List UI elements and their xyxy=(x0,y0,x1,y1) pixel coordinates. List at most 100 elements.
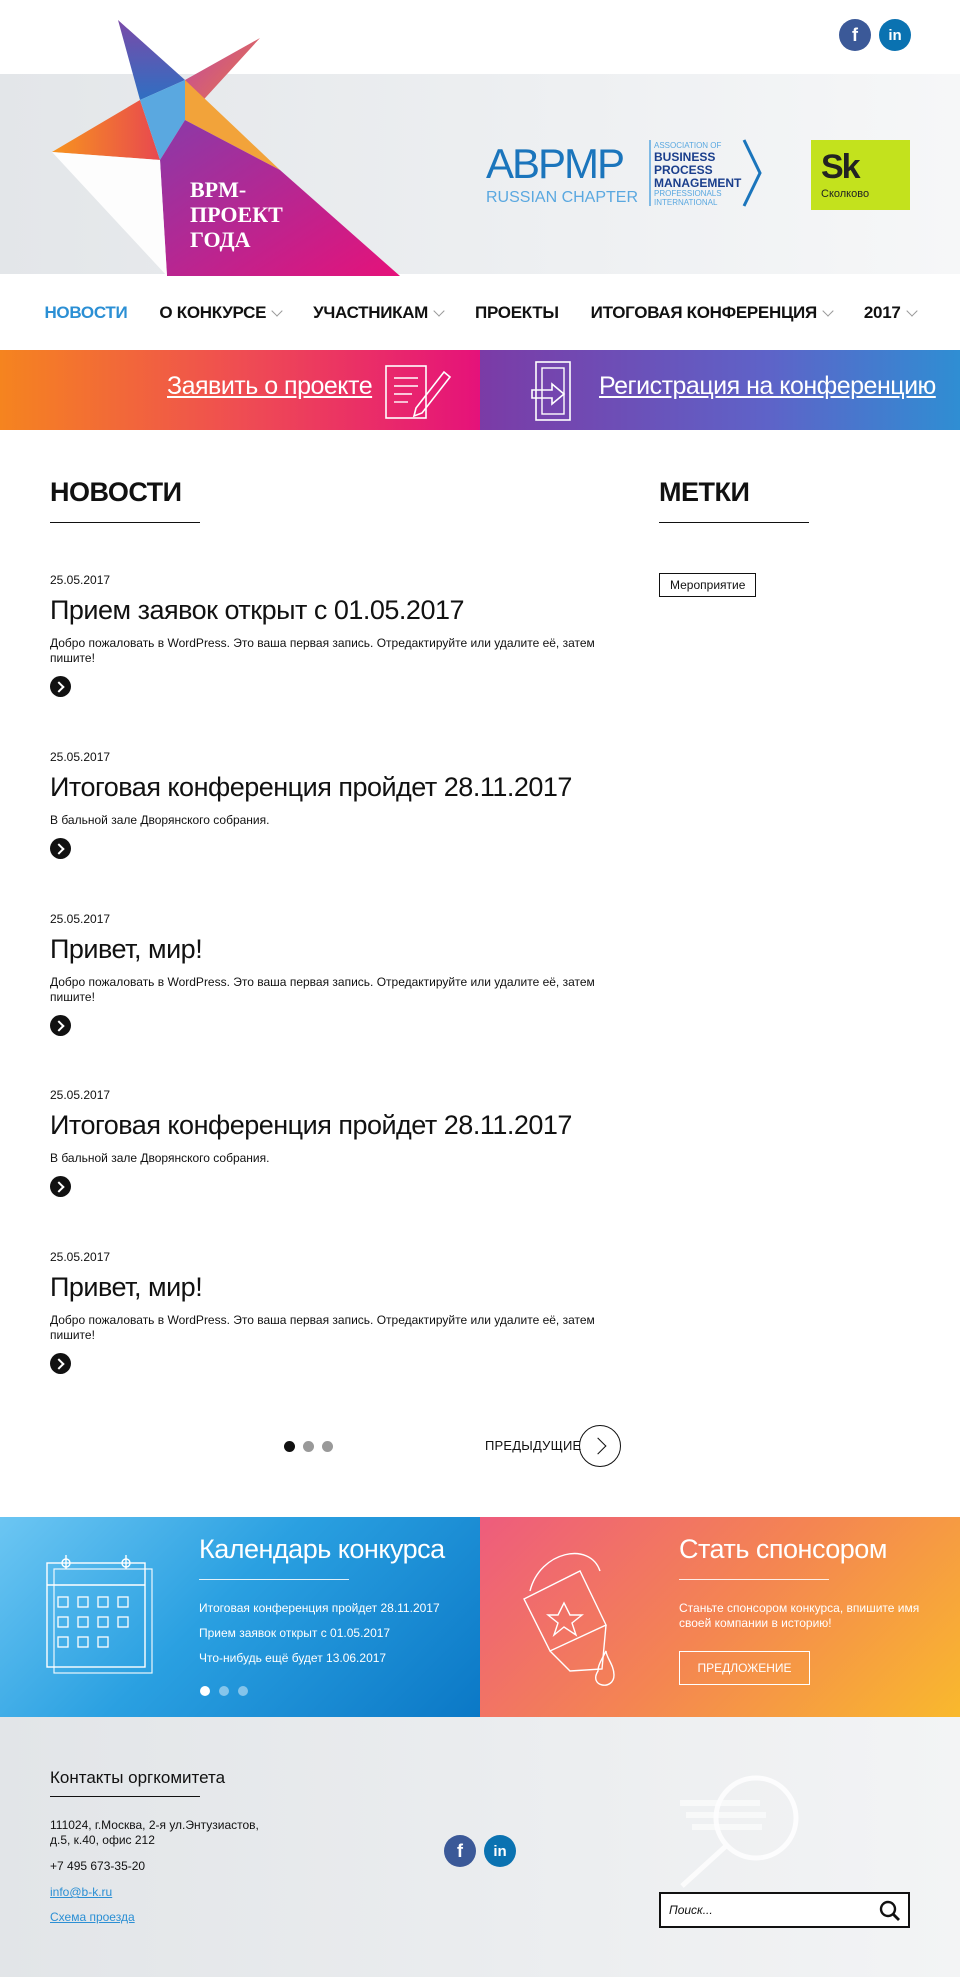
calendar-title: Календарь конкурса xyxy=(199,1534,445,1564)
sponsor-title: Стать спонсором xyxy=(679,1534,887,1564)
nav-item-conference[interactable]: ИТОГОВАЯ КОНФЕРЕНЦИЯ xyxy=(591,303,834,323)
news-item: 25.05.2017 Итоговая конференция пройдет … xyxy=(50,750,610,859)
footer-social: f in xyxy=(444,1835,516,1867)
news-item: 25.05.2017 Привет, мир! Добро пожаловать… xyxy=(50,912,610,1036)
news-date: 25.05.2017 xyxy=(50,573,111,587)
nav-item-about[interactable]: О КОНКУРСЕ xyxy=(159,303,283,323)
sponsor-text-line-1: Станьте спонсором конкурса, впишите имя xyxy=(679,1601,920,1615)
search-input[interactable] xyxy=(661,1894,861,1926)
footer-map-link[interactable]: Схема проезда xyxy=(50,1910,135,1925)
page-dot-2[interactable] xyxy=(303,1441,314,1452)
tag-event[interactable]: Мероприятие xyxy=(659,573,757,597)
logo-line-3: ГОДА xyxy=(190,227,251,252)
linkedin-icon[interactable]: in xyxy=(879,19,911,51)
page-dot-1[interactable] xyxy=(284,1441,295,1452)
magnifier-watermark-icon xyxy=(680,1775,799,1888)
main-nav: НОВОСТИ О КОНКУРСЕ УЧАСТНИКАМ ПРОЕКТЫ ИТ… xyxy=(0,276,960,350)
abpmp-assoc-5: PROFESSIONALS xyxy=(654,189,722,198)
news-heading: НОВОСТИ xyxy=(50,477,182,507)
logo-line-1: BPM- xyxy=(190,177,246,202)
news-excerpt: В бальной зале Дворянского собрания. xyxy=(50,813,270,827)
news-item: 25.05.2017 Прием заявок открыт с 01.05.2… xyxy=(50,573,610,697)
abpmp-mark: ABPMP xyxy=(486,140,623,187)
nav-item-year[interactable]: 2017 xyxy=(864,303,918,323)
skolkovo-name: Сколково xyxy=(821,188,870,200)
search-box xyxy=(659,1892,910,1928)
calendar-panel: Календарь конкурса Итоговая конференция … xyxy=(0,1517,480,1717)
read-more-arrow-icon[interactable] xyxy=(50,676,71,697)
news-excerpt: Добро пожаловать в WordPress. Это ваша п… xyxy=(50,636,595,665)
read-more-arrow-icon[interactable] xyxy=(50,1176,71,1197)
chevron-down-icon xyxy=(822,304,834,317)
search-icon[interactable] xyxy=(879,1900,901,1922)
abpmp-assoc-6: INTERNATIONAL xyxy=(654,198,718,207)
skolkovo-logo[interactable]: Sk Сколково xyxy=(811,140,910,210)
sponsor-text-line-2: своей компании в историю! xyxy=(679,1616,832,1630)
bpm-project-logo[interactable]: BPM- ПРОЕКТ ГОДА xyxy=(0,0,460,276)
abpmp-chapter: RUSSIAN CHAPTER xyxy=(486,189,638,206)
news-date: 25.05.2017 xyxy=(50,1250,111,1264)
facebook-icon[interactable]: f xyxy=(444,1835,476,1867)
linkedin-icon[interactable]: in xyxy=(484,1835,516,1867)
footer-email-link[interactable]: info@b-k.ru xyxy=(50,1885,112,1900)
read-more-arrow-icon[interactable] xyxy=(50,1015,71,1036)
news-title[interactable]: Привет, мир! xyxy=(50,1272,610,1303)
nav-item-projects[interactable]: ПРОЕКТЫ xyxy=(475,303,559,323)
slider-dot-1[interactable] xyxy=(200,1686,210,1696)
footer: Контакты оргкомитета 111024, г.Москва, 2… xyxy=(0,1717,960,1977)
sponsor-title-rule xyxy=(679,1579,829,1580)
calendar-title-rule xyxy=(199,1579,349,1580)
calendar-event[interactable]: Итоговая конференция пройдет 28.11.2017 xyxy=(199,1601,440,1615)
logo-line-2: ПРОЕКТ xyxy=(190,202,283,227)
news-title[interactable]: Привет, мир! xyxy=(50,934,610,965)
calendar-event[interactable]: Прием заявок открыт с 01.05.2017 xyxy=(199,1626,390,1640)
slider-dot-2[interactable] xyxy=(219,1686,229,1696)
news-item: 25.05.2017 Привет, мир! Добро пожаловать… xyxy=(50,1250,610,1374)
footer-address-line-1: 111024, г.Москва, 2-я ул.Энтузиастов, xyxy=(50,1818,259,1832)
abpmp-assoc-4: MANAGEMENT xyxy=(654,176,742,190)
read-more-arrow-icon[interactable] xyxy=(50,838,71,859)
news-date: 25.05.2017 xyxy=(50,1088,111,1102)
chevron-down-icon xyxy=(271,304,283,317)
sponsor-panel: Стать спонсором Станьте спонсором конкур… xyxy=(480,1517,960,1717)
news-excerpt: В бальной зале Дворянского собрания. xyxy=(50,1151,270,1165)
calendar-slider-dots xyxy=(200,1686,248,1696)
news-title[interactable]: Итоговая конференция пройдет 28.11.2017 xyxy=(50,772,610,803)
cta-apply-link[interactable]: Заявить о проекте xyxy=(167,372,373,401)
facebook-icon[interactable]: f xyxy=(839,19,871,51)
cta-register-banner[interactable]: Регистрация на конференцию xyxy=(480,350,960,430)
news-excerpt: Добро пожаловать в WordPress. Это ваша п… xyxy=(50,1313,595,1342)
footer-address-line-2: д.5, к.40, офис 212 xyxy=(50,1833,155,1847)
calendar-event[interactable]: Что-нибудь ещё будет 13.06.2017 xyxy=(199,1651,386,1665)
watering-can-icon xyxy=(523,1552,615,1686)
read-more-arrow-icon[interactable] xyxy=(50,1353,71,1374)
door-enter-icon xyxy=(531,361,571,421)
chevron-down-icon xyxy=(905,304,918,317)
previous-label[interactable]: ПРЕДЫДУЩИЕ xyxy=(485,1438,581,1453)
abpmp-assoc-1: ASSOCIATION OF xyxy=(654,141,722,150)
chevron-right-icon[interactable] xyxy=(579,1425,621,1467)
pagination-dots xyxy=(284,1441,333,1452)
abpmp-assoc-3: PROCESS xyxy=(654,163,713,177)
news-item: 25.05.2017 Итоговая конференция пройдет … xyxy=(50,1088,610,1197)
news-title[interactable]: Прием заявок открыт с 01.05.2017 xyxy=(50,595,610,626)
cta-apply-banner[interactable]: Заявить о проекте xyxy=(0,350,480,430)
offer-button[interactable]: ПРЕДЛОЖЕНИЕ xyxy=(679,1651,810,1685)
cta-register-link[interactable]: Регистрация на конференцию xyxy=(599,372,936,401)
news-heading-rule xyxy=(50,522,200,523)
news-date: 25.05.2017 xyxy=(50,750,111,764)
footer-contacts-title: Контакты оргкомитета xyxy=(50,1768,226,1787)
abpmp-assoc-2: BUSINESS xyxy=(654,150,715,164)
skolkovo-mark: Sk xyxy=(821,148,861,186)
chevron-down-icon xyxy=(433,304,445,317)
news-date: 25.05.2017 xyxy=(50,912,111,926)
nav-item-participants[interactable]: УЧАСТНИКАМ xyxy=(313,303,445,323)
page-dot-3[interactable] xyxy=(322,1441,333,1452)
footer-phone: +7 495 673-35-20 xyxy=(50,1859,146,1873)
slider-dot-3[interactable] xyxy=(238,1686,248,1696)
abpmp-logo[interactable]: ABPMP RUSSIAN CHAPTER ASSOCIATION OF BUS… xyxy=(486,138,766,212)
footer-title-rule xyxy=(50,1796,200,1797)
nav-item-news[interactable]: НОВОСТИ xyxy=(44,303,127,323)
news-title[interactable]: Итоговая конференция пройдет 28.11.2017 xyxy=(50,1110,610,1141)
document-pen-icon xyxy=(385,365,452,419)
